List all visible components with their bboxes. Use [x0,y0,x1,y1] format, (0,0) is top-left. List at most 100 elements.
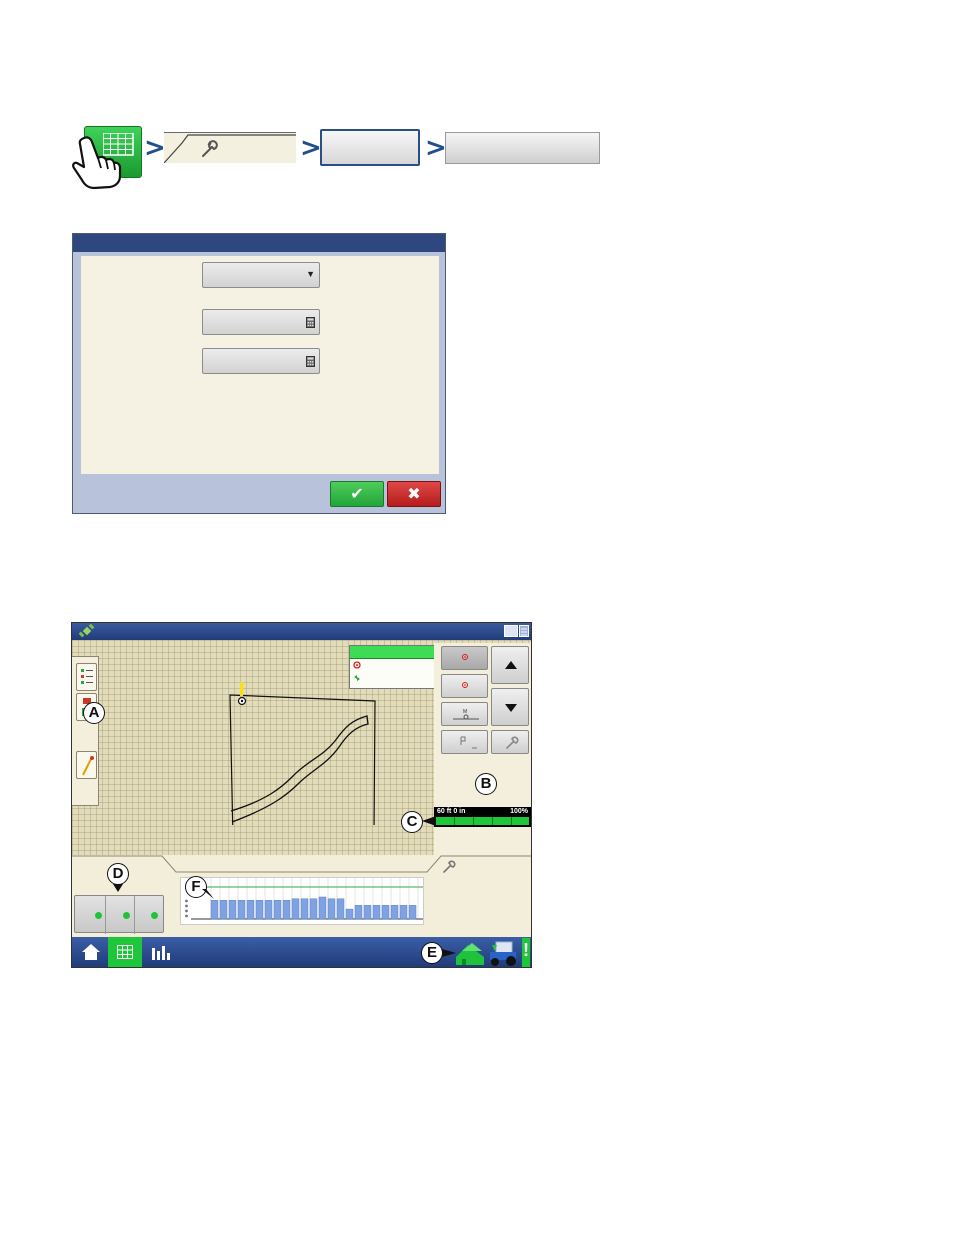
section-control-button-1[interactable] [441,646,488,670]
wrench-icon[interactable] [441,859,457,875]
accept-button[interactable]: ✔ [330,481,384,507]
callout-f-arrow-icon [202,889,214,899]
implement-width-label: 60 ft 0 in [437,808,466,815]
dialog-body: ▼ [81,256,439,474]
row-rate-bar [273,900,282,920]
breadcrumb-chevron-icon: > [144,133,166,163]
row-rate-bars [191,878,423,920]
row-rate-bar [318,896,327,920]
wrench-icon [506,736,519,749]
row-rate-bar [264,900,273,920]
settings-dialog: ▼ ✔ ✖ [72,233,446,514]
row-rate-bar [228,900,237,920]
top-status-bar [72,623,531,640]
rate-settings-button[interactable] [491,730,529,754]
map-run-screen: A M B 60 ft 0 in 100% C D F E ! [71,622,532,968]
row-rate-bar [255,900,264,920]
section-switches-button[interactable] [74,895,164,934]
home-icon [82,944,100,960]
alert-icon [462,654,468,660]
breadcrumb-setting-button[interactable] [445,132,600,164]
row-rate-bar [282,900,291,920]
row-rate-bar [408,905,417,920]
row-rate-bar [381,905,390,920]
row-rate-bar [291,898,300,920]
grid-icon [117,945,133,959]
summary-button[interactable] [144,938,177,967]
chevron-down-icon: ▼ [306,269,315,279]
keypad-icon [306,317,315,328]
close-icon: ✖ [407,484,421,503]
row-rate-bar [336,898,345,920]
row-rate-bar [210,900,219,920]
row-rate-bar [390,905,399,920]
decrease-rate-button[interactable] [491,688,529,726]
alert-icon [353,661,361,669]
bottom-nav-bar: E ! [72,937,531,967]
sync-icon [354,675,360,681]
legend-popup [349,645,438,689]
recording-status-icon[interactable] [454,939,486,967]
row-rate-bar [237,900,246,920]
row-rate-bar [219,900,228,920]
setup-corner-line-icon [164,134,296,163]
guidance-line-icon [82,756,94,776]
field-boundary-map [229,694,376,825]
breadcrumb-setup-tab[interactable] [164,132,296,163]
implement-width-status: 60 ft 0 in 100% [434,807,531,827]
wrench-icon [202,140,218,157]
checkmark-icon: ✔ [350,484,364,503]
pointing-hand-icon [72,136,122,190]
callout-c-arrow-icon [422,816,436,826]
bar-chart-icon [152,946,170,960]
vehicle-position-icon [237,682,247,706]
row-rate-bar [345,908,354,920]
row-rate-bar [309,898,318,920]
cancel-button[interactable]: ✖ [387,481,441,507]
row-rate-bar [372,905,381,920]
row-rate-bar [399,905,408,920]
breadcrumb-selected-tab[interactable] [320,129,420,166]
dropdown-select[interactable]: ▼ [202,262,320,288]
exclamation-icon: ! [523,940,529,960]
increase-rate-button[interactable] [491,646,529,684]
numeric-field-1[interactable] [202,309,320,335]
map-left-tabs [72,656,99,806]
diagnostics-alert-button[interactable]: ! [522,938,530,967]
tractor-icon[interactable] [488,939,518,967]
legend-popup-header [350,646,437,659]
section-status-icon [123,912,130,919]
auto-swath-button[interactable] [441,730,488,754]
master-switch-icon: M [453,709,479,720]
section-status-icon [95,912,102,919]
master-switch-button[interactable]: M [441,702,488,726]
legend-icon [81,669,93,684]
gps-satellite-icon[interactable] [78,624,96,640]
callout-b: B [475,773,497,795]
section-status-bar [436,817,529,825]
callout-c: C [401,811,423,833]
bottom-widget-area: D F [72,855,531,937]
row-rate-chart[interactable] [180,877,424,925]
tab-legend[interactable] [76,663,97,691]
tab-guidance[interactable] [76,751,97,779]
arrow-down-icon [505,704,517,712]
keypad-icon [306,356,315,367]
map-button[interactable] [108,937,142,967]
row-rate-bar [363,905,372,920]
display-toggle-icon[interactable] [504,625,530,638]
bottom-tab-outline [72,855,531,873]
auto-swath-icon [460,736,477,749]
numeric-field-2[interactable] [202,348,320,374]
breadcrumb-chevron-icon: > [300,133,322,163]
section-control-button-2[interactable] [441,674,488,698]
dialog-title-bar [73,234,445,252]
callout-d: D [107,863,129,885]
callout-e: E [421,942,443,964]
home-button[interactable] [74,938,107,967]
breadcrumb-chevron-icon: > [425,133,447,163]
row-rate-bar [246,900,255,920]
callout-a: A [83,702,105,724]
chart-scale-icon [185,899,188,918]
coverage-percent-label: 100% [510,808,528,815]
